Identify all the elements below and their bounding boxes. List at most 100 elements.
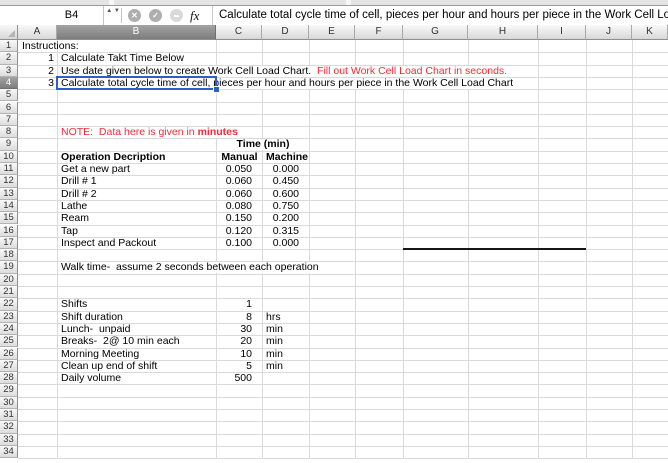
row-header-17[interactable]: 17 — [0, 236, 18, 250]
row-header-2[interactable]: 2 — [0, 52, 18, 65]
row-header-16[interactable]: 16 — [0, 224, 18, 237]
cell-A4[interactable]: 3 — [19, 77, 57, 89]
row-header-22[interactable]: 22 — [0, 298, 18, 311]
row-header-34[interactable]: 34 — [0, 445, 18, 459]
cell-B22[interactable]: Shifts — [58, 299, 216, 310]
cell-C26[interactable]: 10 — [217, 348, 262, 360]
cell-C16[interactable]: 0.120 — [217, 225, 262, 237]
cell-A2[interactable]: 1 — [19, 53, 57, 64]
column-header-H[interactable]: H — [468, 25, 538, 40]
cell-C28[interactable]: 500 — [217, 373, 262, 384]
cell-D24[interactable]: min — [263, 323, 309, 335]
row-header-30[interactable]: 30 — [0, 396, 18, 409]
row-header-1[interactable]: 1 — [0, 40, 18, 53]
cell-D23[interactable]: hrs — [263, 311, 309, 323]
cell-C17[interactable]: 0.100 — [217, 237, 262, 249]
cell-B27[interactable]: Clean up end of shift — [58, 360, 216, 372]
cell-C10[interactable]: Manual — [217, 151, 262, 163]
select-all-corner[interactable] — [0, 25, 18, 40]
cell-B24[interactable]: Lunch- unpaid — [58, 323, 216, 335]
row-header-26[interactable]: 26 — [0, 347, 18, 360]
cell-D10[interactable]: Machine — [263, 151, 309, 163]
row-header-12[interactable]: 12 — [0, 175, 18, 188]
column-header-D[interactable]: D — [262, 25, 309, 40]
cell-A3[interactable]: 2 — [19, 65, 57, 77]
cell-C13[interactable]: 0.060 — [217, 188, 262, 200]
row-header-24[interactable]: 24 — [0, 322, 18, 336]
cell-C12[interactable]: 0.060 — [217, 176, 262, 187]
cell-B12[interactable]: Drill # 1 — [58, 176, 216, 187]
cell-B10[interactable]: Operation Decription — [58, 151, 216, 163]
row-header-14[interactable]: 14 — [0, 199, 18, 213]
column-header-G[interactable]: G — [403, 25, 468, 40]
cell-C23[interactable]: 8 — [217, 311, 262, 323]
cell-B17[interactable]: Inspect and Packout — [58, 237, 216, 249]
cell-D14[interactable]: 0.750 — [263, 199, 309, 212]
cell-B16[interactable]: Tap — [58, 225, 216, 237]
cell-C9[interactable]: Time (min) — [217, 139, 309, 151]
cell-C24[interactable]: 30 — [217, 323, 262, 335]
row-header-27[interactable]: 27 — [0, 359, 18, 373]
cell-B14[interactable]: Lathe — [58, 200, 216, 212]
cell-B23[interactable]: Shift duration — [58, 311, 216, 323]
fill-handle[interactable] — [213, 86, 220, 94]
row-header-3[interactable]: 3 — [0, 64, 18, 77]
cell-B19[interactable]: Walk time- assume 2 seconds between each… — [58, 262, 322, 274]
row-header-28[interactable]: 28 — [0, 372, 18, 385]
cell-C25[interactable]: 20 — [217, 336, 262, 347]
cell-C27[interactable]: 5 — [217, 360, 262, 372]
column-header-C[interactable]: C — [216, 25, 262, 40]
cell-D16[interactable]: 0.315 — [263, 225, 309, 237]
cell-text: 0.750 — [272, 199, 299, 212]
column-header-A[interactable]: A — [18, 25, 57, 40]
cell-D17[interactable]: 0.000 — [263, 237, 309, 249]
row-header-10[interactable]: 10 — [0, 150, 18, 163]
row-header-15[interactable]: 15 — [0, 212, 18, 225]
cell-D13[interactable]: 0.600 — [263, 188, 309, 200]
gridline-horizontal — [18, 384, 668, 386]
cell-C14[interactable]: 0.080 — [217, 200, 262, 212]
cell-D12[interactable]: 0.450 — [263, 176, 309, 187]
column-header-E[interactable]: E — [309, 25, 355, 40]
cell-B13[interactable]: Drill # 2 — [58, 188, 216, 200]
column-header-F[interactable]: F — [355, 25, 403, 40]
row-header-11[interactable]: 11 — [0, 163, 18, 176]
cell-D27[interactable]: min — [263, 360, 309, 372]
cell-A1[interactable]: Instructions: — [19, 41, 79, 52]
row-header-31[interactable]: 31 — [0, 409, 18, 422]
column-header-B[interactable]: B — [57, 25, 216, 40]
column-header-J[interactable]: J — [586, 25, 632, 40]
column-header-I[interactable]: I — [538, 25, 586, 40]
cell-B11[interactable]: Get a new part — [58, 164, 216, 175]
cell-C11[interactable]: 0.050 — [217, 164, 262, 175]
row-header-13[interactable]: 13 — [0, 187, 18, 200]
row-header-7[interactable]: 7 — [0, 113, 18, 127]
cell-D26[interactable]: min — [263, 348, 309, 360]
row-header-8[interactable]: 8 — [0, 126, 18, 139]
cell-B28[interactable]: Daily volume — [58, 373, 216, 384]
row-header-29[interactable]: 29 — [0, 384, 18, 397]
row-header-25[interactable]: 25 — [0, 335, 18, 348]
cell-B2[interactable]: Calculate Takt Time Below — [58, 53, 216, 64]
row-header-6[interactable]: 6 — [0, 101, 18, 114]
cell-B15[interactable]: Ream — [58, 213, 216, 224]
row-header-33[interactable]: 33 — [0, 433, 18, 446]
cell-D11[interactable]: 0.000 — [263, 164, 309, 175]
row-header-20[interactable]: 20 — [0, 273, 18, 286]
cell-D25[interactable]: min — [263, 336, 309, 347]
row-header-23[interactable]: 23 — [0, 310, 18, 323]
cell-B8[interactable]: NOTE: Data here is given in minutes — [58, 127, 241, 139]
row-header-5[interactable]: 5 — [0, 89, 18, 102]
cell-B26[interactable]: Morning Meeting — [58, 348, 216, 360]
row-header-21[interactable]: 21 — [0, 286, 18, 299]
cell-D15[interactable]: 0.200 — [263, 213, 309, 224]
row-header-4[interactable]: 4 — [0, 76, 18, 90]
cell-C15[interactable]: 0.150 — [217, 213, 262, 224]
cell-B25[interactable]: Breaks- 2@ 10 min each — [58, 336, 216, 347]
row-header-18[interactable]: 18 — [0, 249, 18, 262]
column-header-K[interactable]: K — [632, 25, 668, 40]
cell-C22[interactable]: 1 — [217, 299, 262, 310]
row-header-9[interactable]: 9 — [0, 138, 18, 151]
row-header-32[interactable]: 32 — [0, 421, 18, 434]
row-header-19[interactable]: 19 — [0, 261, 18, 274]
